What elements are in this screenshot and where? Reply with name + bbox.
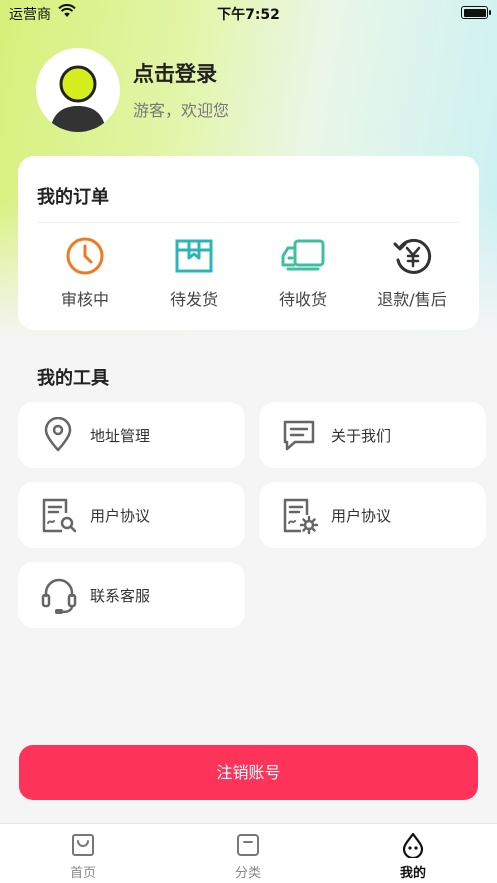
document-search-icon — [42, 498, 77, 533]
order-status-label: 待收货 — [278, 290, 327, 309]
tab-label: 我的 — [399, 866, 426, 881]
order-status-label: 审核中 — [60, 290, 109, 309]
tab-label: 首页 — [69, 866, 96, 881]
document-settings-icon — [283, 498, 319, 535]
tab-label: 分类 — [234, 866, 261, 881]
user-avatar-icon — [50, 65, 106, 132]
status-bar: 运营商 下午7:52 — [0, 0, 497, 26]
tool-label: 关于我们 — [331, 427, 392, 445]
my-tools-title: 我的工具 — [37, 368, 109, 389]
truck-icon — [281, 239, 325, 271]
delete-account-button[interactable]: 注销账号 — [19, 745, 478, 800]
message-icon — [283, 420, 315, 451]
refund-yuan-icon — [393, 238, 432, 274]
bottom-tab-bar: 首页 分类 我的 — [0, 823, 497, 883]
headset-icon — [41, 578, 77, 614]
order-status-label: 待发货 — [169, 290, 218, 309]
clock-icon — [66, 237, 104, 275]
tool-user-agreement[interactable]: 用户协议 — [18, 482, 245, 548]
tool-contact-support[interactable]: 联系客服 — [18, 562, 245, 628]
divider — [37, 222, 460, 223]
avatar[interactable] — [36, 48, 120, 132]
profile-drop-icon — [402, 832, 424, 858]
my-orders-card: 我的订单 审核中 待发货 待收货 退款/售后 — [18, 156, 479, 330]
tool-about-us[interactable]: 关于我们 — [259, 402, 486, 468]
tool-address-management[interactable]: 地址管理 — [18, 402, 245, 468]
category-icon — [237, 834, 259, 856]
clock-time: 下午7:52 — [217, 7, 280, 23]
box-icon — [175, 239, 213, 273]
tab-category[interactable]: 分类 — [198, 832, 298, 881]
order-status-reviewing[interactable]: 审核中 — [30, 236, 140, 316]
tool-label: 用户协议 — [90, 507, 151, 525]
tool-label: 地址管理 — [90, 427, 151, 445]
tab-home[interactable]: 首页 — [33, 832, 133, 881]
welcome-subtitle: 游客，欢迎您 — [133, 101, 230, 120]
tool-label: 联系客服 — [90, 587, 151, 605]
tool-user-agreement-settings[interactable]: 用户协议 — [259, 482, 486, 548]
login-title[interactable]: 点击登录 — [133, 58, 217, 88]
battery-icon — [461, 6, 491, 19]
shopping-bag-icon — [72, 834, 94, 856]
order-status-to-receive[interactable]: 待收货 — [248, 236, 358, 316]
location-pin-icon — [44, 417, 72, 452]
order-status-to-ship[interactable]: 待发货 — [139, 236, 249, 316]
tool-label: 用户协议 — [331, 507, 392, 525]
order-status-refund[interactable]: 退款/售后 — [357, 236, 467, 316]
order-status-label: 退款/售后 — [377, 290, 447, 309]
tab-mine[interactable]: 我的 — [363, 832, 463, 881]
my-orders-title: 我的订单 — [37, 187, 109, 208]
